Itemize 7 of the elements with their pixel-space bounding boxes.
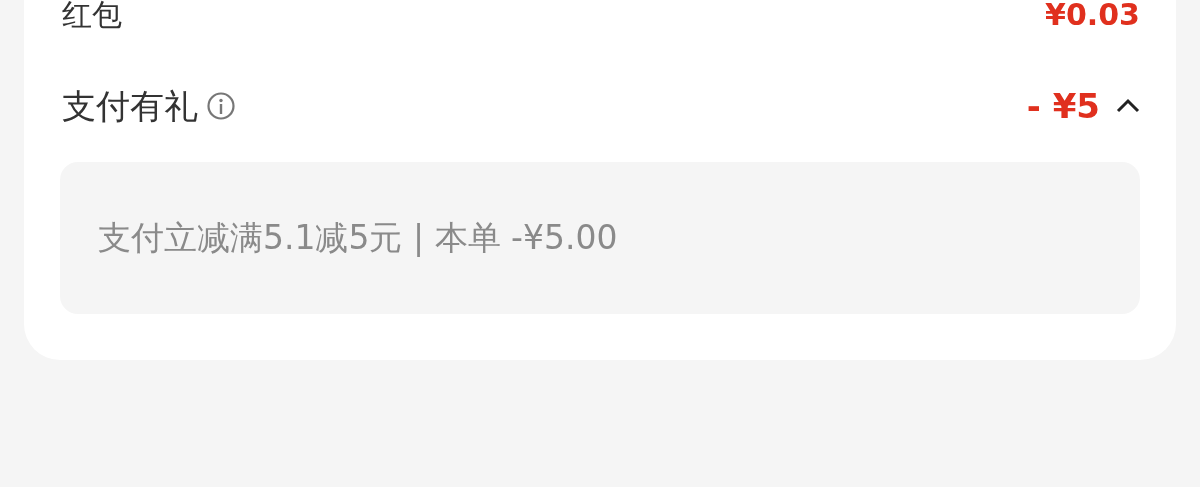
caret-icon[interactable] — [1116, 98, 1140, 114]
discount-text: 支付立减满5.1减5元 | 本单 -¥5.00 — [98, 217, 618, 260]
row-label: 支付有礼 — [62, 86, 198, 126]
amount: - ¥5 — [1026, 86, 1100, 126]
info-icon[interactable] — [206, 91, 236, 121]
amount: ¥0.03 — [1045, 0, 1140, 30]
row-label: 红包 — [62, 0, 122, 30]
